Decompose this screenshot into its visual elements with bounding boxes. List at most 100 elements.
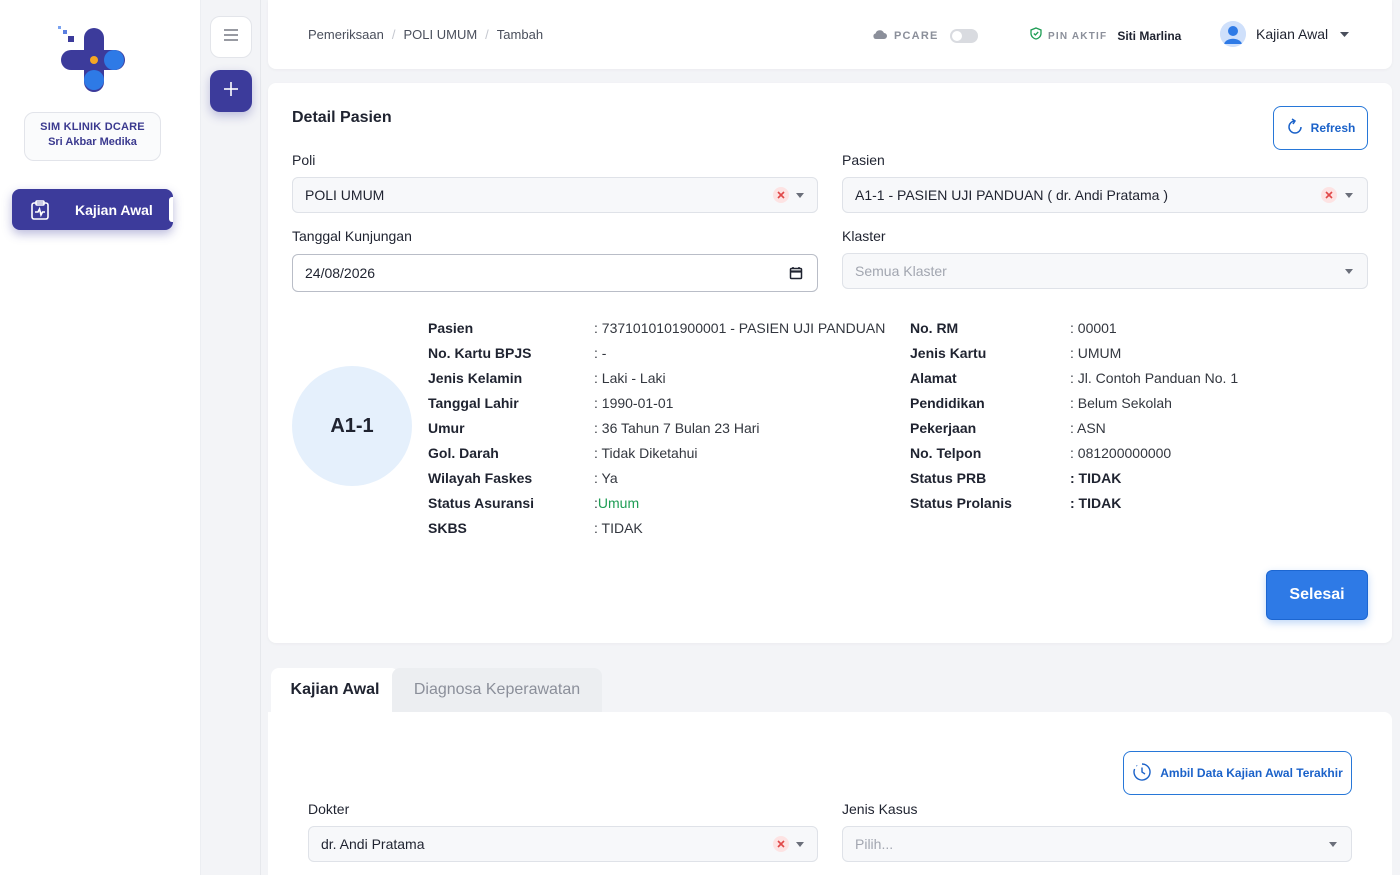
jenis-kasus-placeholder: Pilih... <box>855 836 894 852</box>
calendar-icon[interactable] <box>789 266 803 283</box>
dropdown-arrow-icon[interactable] <box>1345 269 1353 274</box>
info-row: Status Asuransi: Umum <box>428 490 885 515</box>
info-key: Jenis Kelamin <box>428 369 523 386</box>
dropdown-arrow-icon[interactable] <box>796 193 804 198</box>
info-key: Umur <box>428 419 465 436</box>
info-row: Alamat: Jl. Contoh Panduan No. 1 <box>910 365 1238 390</box>
jenis-kasus-label: Jenis Kasus <box>842 801 918 817</box>
menu-toggle-button[interactable] <box>210 16 252 58</box>
breadcrumb-item[interactable]: POLI UMUM <box>404 27 478 42</box>
kajian-awal-panel: Ambil Data Kajian Awal Terakhir Dokter d… <box>268 712 1392 875</box>
pcare-status: PCARE <box>872 27 978 45</box>
shield-check-icon <box>1030 27 1042 45</box>
dokter-select[interactable]: dr. Andi Pratama <box>308 826 818 862</box>
clinic-logo <box>58 26 128 96</box>
history-clock-icon <box>1132 762 1152 785</box>
clear-icon[interactable] <box>773 836 789 852</box>
pcare-toggle[interactable] <box>949 29 978 43</box>
ambil-data-kajian-button[interactable]: Ambil Data Kajian Awal Terakhir <box>1123 751 1352 795</box>
info-key: Gol. Darah <box>428 444 499 461</box>
refresh-label: Refresh <box>1310 121 1356 135</box>
info-row: Gol. Darah : Tidak Diketahui <box>428 440 885 465</box>
klaster-label: Klaster <box>842 228 886 244</box>
breadcrumb: Pemeriksaan / POLI UMUM / Tambah <box>308 27 543 42</box>
info-row: Tanggal Lahir: 1990-01-01 <box>428 390 885 415</box>
dropdown-arrow-icon[interactable] <box>796 842 804 847</box>
dropdown-arrow-icon[interactable] <box>1329 842 1337 847</box>
info-key: Status Asuransi <box>428 494 535 511</box>
dropdown-arrow-icon[interactable] <box>1345 193 1353 198</box>
clipboard-pulse-icon <box>30 199 50 220</box>
pasien-select[interactable]: A1-1 - PASIEN UJI PANDUAN ( dr. Andi Pra… <box>842 177 1368 213</box>
info-value: : TIDAK <box>1070 469 1122 486</box>
patient-code-avatar: A1-1 <box>292 366 412 486</box>
patient-info-right: No. RM: 00001 Jenis Kartu: UMUM Alamat: … <box>910 315 1238 515</box>
avatar <box>1220 21 1246 47</box>
add-button[interactable] <box>210 70 252 112</box>
info-value: : 081200000000 <box>1070 444 1172 461</box>
breadcrumb-item-current: Tambah <box>496 27 544 42</box>
pcare-label: PCARE <box>894 30 939 42</box>
refresh-button[interactable]: Refresh <box>1273 106 1368 150</box>
card-title: Detail Pasien <box>292 109 392 126</box>
selesai-button[interactable]: Selesai <box>1266 570 1368 620</box>
ambil-data-label: Ambil Data Kajian Awal Terakhir <box>1160 766 1343 780</box>
caret-down-icon <box>1340 25 1350 43</box>
clinic-name: SIM KLINIK DCARE <box>40 121 145 133</box>
info-row: SKBS: TIDAK <box>428 515 885 540</box>
clear-icon[interactable] <box>773 187 789 203</box>
pin-status: PIN AKTIF Siti Marlina <box>1030 27 1181 45</box>
tab-diagnosa-keperawatan[interactable]: Diagnosa Keperawatan <box>392 668 602 712</box>
clinic-info-box: SIM KLINIK DCARE Sri Akbar Medika <box>24 112 161 161</box>
dokter-label: Dokter <box>308 801 350 817</box>
info-key: Wilayah Faskes <box>428 469 533 486</box>
refresh-icon <box>1286 117 1304 139</box>
info-row: Umur : 36 Tahun 7 Bulan 23 Hari <box>428 415 885 440</box>
info-key: SKBS <box>428 519 467 536</box>
klaster-select[interactable]: Semua Klaster <box>842 253 1368 289</box>
info-value: : ASN <box>1070 419 1106 436</box>
breadcrumb-separator: / <box>485 27 489 42</box>
pin-label: PIN AKTIF <box>1048 30 1108 42</box>
poli-select[interactable]: POLI UMUM <box>292 177 818 213</box>
info-row: No. Telpon : 081200000000 <box>910 440 1238 465</box>
info-key: Jenis Kartu <box>910 344 987 361</box>
info-value: : UMUM <box>1070 344 1122 361</box>
info-value: : Ya <box>594 469 618 486</box>
info-key: No. Telpon <box>910 444 982 461</box>
info-row: Jenis Kelamin: Laki - Laki <box>428 365 885 390</box>
status-asuransi-value: Umum <box>597 494 640 511</box>
info-row: Status Prolanis: TIDAK <box>910 490 1238 515</box>
top-bar: Pemeriksaan / POLI UMUM / Tambah PCARE P… <box>268 0 1392 69</box>
info-key: Status Prolanis <box>910 494 1012 511</box>
user-menu-label: Kajian Awal <box>1256 26 1329 42</box>
user-menu[interactable]: Kajian Awal <box>1220 21 1350 47</box>
patient-info-left: Pasien: 7371010101900001 - PASIEN UJI PA… <box>428 315 885 540</box>
info-row: No. Kartu BPJS: - <box>428 340 885 365</box>
sidebar: SIM KLINIK DCARE Sri Akbar Medika Kajian… <box>0 0 201 875</box>
tab-kajian-awal[interactable]: Kajian Awal <box>271 668 399 712</box>
breadcrumb-separator: / <box>391 27 396 42</box>
info-key: Pendidikan <box>910 394 985 411</box>
info-key: Pekerjaan <box>910 419 977 436</box>
clear-icon[interactable] <box>1321 187 1337 203</box>
info-key: No. RM <box>910 319 959 336</box>
poli-value: POLI UMUM <box>305 187 385 203</box>
info-row: Jenis Kartu : UMUM <box>910 340 1238 365</box>
info-value: : Tidak Diketahui <box>594 444 698 461</box>
info-value: : Belum Sekolah <box>1070 394 1172 411</box>
info-key: Pasien <box>428 319 474 336</box>
breadcrumb-item[interactable]: Pemeriksaan <box>308 27 384 42</box>
info-row: Pasien: 7371010101900001 - PASIEN UJI PA… <box>428 315 885 340</box>
info-row: Pendidikan : Belum Sekolah <box>910 390 1238 415</box>
info-value: : 36 Tahun 7 Bulan 23 Hari <box>594 419 760 436</box>
hamburger-icon <box>223 28 239 46</box>
info-key: Alamat <box>910 369 957 386</box>
clinic-branch: Sri Akbar Medika <box>48 136 137 148</box>
jenis-kasus-select[interactable]: Pilih... <box>842 826 1352 862</box>
cloud-icon <box>872 27 887 45</box>
klaster-placeholder: Semua Klaster <box>855 263 947 279</box>
tanggal-kunjungan-input[interactable]: 24/08/2026 <box>292 254 818 292</box>
patient-detail-card: Detail Pasien Refresh Poli POLI UMUM Pas… <box>268 83 1392 643</box>
sidebar-item-kajian-awal[interactable]: Kajian Awal <box>12 189 173 230</box>
